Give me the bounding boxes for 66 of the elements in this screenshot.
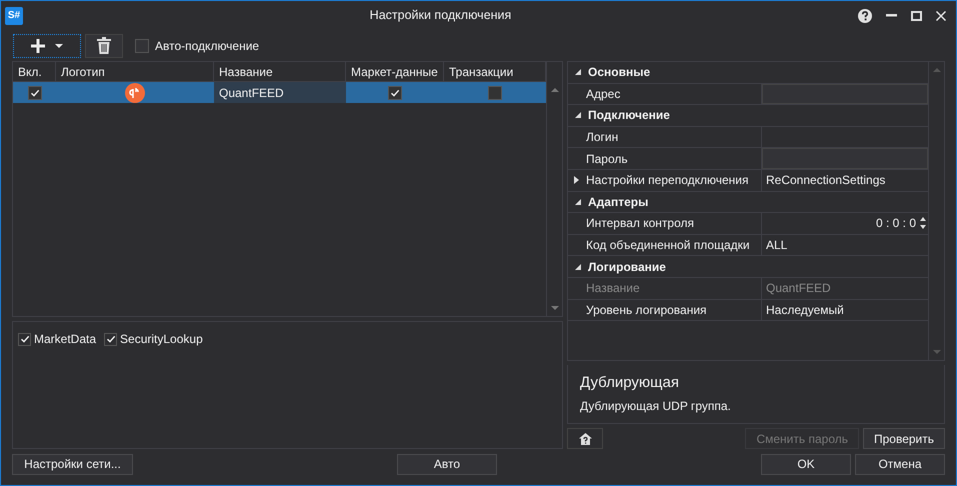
network-settings-button[interactable]: Настройки сети... bbox=[12, 454, 133, 474]
scrollbar[interactable] bbox=[546, 62, 562, 316]
column-header[interactable]: Транзакции bbox=[444, 62, 546, 81]
property-value: QuantFEED bbox=[765, 280, 832, 298]
grid-action-button[interactable]: Проверить bbox=[862, 428, 945, 449]
message-type-checkbox[interactable] bbox=[18, 332, 31, 346]
property-name: Адрес bbox=[586, 86, 620, 103]
column-header[interactable]: Вкл. bbox=[13, 62, 56, 81]
transactions-checkbox[interactable] bbox=[488, 86, 502, 100]
collapse-icon[interactable] bbox=[575, 264, 581, 270]
window-title: Настройки подключения bbox=[368, 7, 512, 24]
spin-arrows-icon[interactable] bbox=[920, 217, 926, 230]
property-name: Настройки переподключения bbox=[586, 172, 748, 190]
interval-spinner[interactable]: 0 : 0 : 0 bbox=[762, 214, 928, 232]
category-label: Адаптеры bbox=[588, 194, 648, 211]
auto-connect-label: Авто-подключение bbox=[155, 38, 260, 54]
caret-icon bbox=[55, 44, 63, 48]
collapse-icon[interactable] bbox=[575, 112, 581, 118]
auto-button[interactable]: Авто bbox=[397, 454, 497, 474]
category-row[interactable]: Подключение bbox=[568, 105, 928, 127]
home-button[interactable] bbox=[567, 428, 603, 449]
property-name: Логин bbox=[586, 129, 618, 146]
message-type-label: SecurityLookup bbox=[120, 331, 203, 348]
column-header[interactable]: Маркет-данные bbox=[346, 62, 444, 81]
property-value: ALL bbox=[765, 237, 788, 254]
cancel-button[interactable]: Отмена bbox=[855, 454, 945, 474]
minimize-icon[interactable] bbox=[886, 14, 897, 17]
scroll-down-icon[interactable] bbox=[550, 306, 558, 310]
trash-icon bbox=[97, 37, 111, 54]
property-name: Пароль bbox=[586, 150, 628, 168]
auto-connect-checkbox[interactable] bbox=[135, 38, 149, 52]
category-label: Основные bbox=[588, 64, 650, 82]
collapse-icon[interactable] bbox=[575, 69, 581, 76]
property-name: Код объединенной площадки bbox=[586, 237, 750, 254]
property-value: Наследуемый bbox=[765, 302, 845, 319]
plus-icon bbox=[31, 38, 45, 52]
market-data-checkbox[interactable] bbox=[388, 86, 402, 100]
ok-button[interactable]: OK bbox=[761, 454, 851, 474]
property-value: ReConnectionSettings bbox=[765, 172, 886, 190]
expand-icon[interactable] bbox=[574, 176, 579, 184]
scroll-up-icon[interactable] bbox=[550, 88, 558, 92]
collapse-icon[interactable] bbox=[575, 198, 581, 205]
property-name: Название bbox=[586, 280, 640, 298]
category-row[interactable]: Логирование bbox=[568, 256, 928, 278]
add-button[interactable] bbox=[13, 34, 81, 58]
category-row[interactable]: Адаптеры bbox=[568, 192, 928, 214]
property-name: Уровень логирования bbox=[586, 302, 707, 319]
help-home-icon bbox=[578, 432, 592, 444]
column-header[interactable]: Название bbox=[214, 62, 346, 81]
table-cell: QuantFEED bbox=[214, 82, 346, 103]
logo-icon bbox=[125, 82, 145, 102]
enabled-checkbox[interactable] bbox=[28, 86, 42, 100]
column-header[interactable]: Логотип bbox=[56, 62, 214, 81]
connection-row[interactable]: QuantFEED bbox=[13, 82, 546, 103]
category-label: Логирование bbox=[588, 258, 666, 276]
message-type-label: MarketData bbox=[34, 331, 96, 348]
delete-button[interactable] bbox=[85, 34, 123, 58]
app-logo: S# bbox=[5, 6, 23, 24]
description-title: Дублирующая bbox=[580, 375, 680, 391]
maximize-icon[interactable] bbox=[911, 10, 922, 20]
category-label: Подключение bbox=[588, 107, 670, 124]
property-name: Интервал контроля bbox=[586, 215, 694, 232]
description-text: Дублирующая UDP группа. bbox=[580, 398, 732, 415]
close-icon[interactable] bbox=[936, 10, 946, 20]
help-icon[interactable] bbox=[858, 8, 872, 22]
message-type-checkbox[interactable] bbox=[104, 332, 118, 346]
